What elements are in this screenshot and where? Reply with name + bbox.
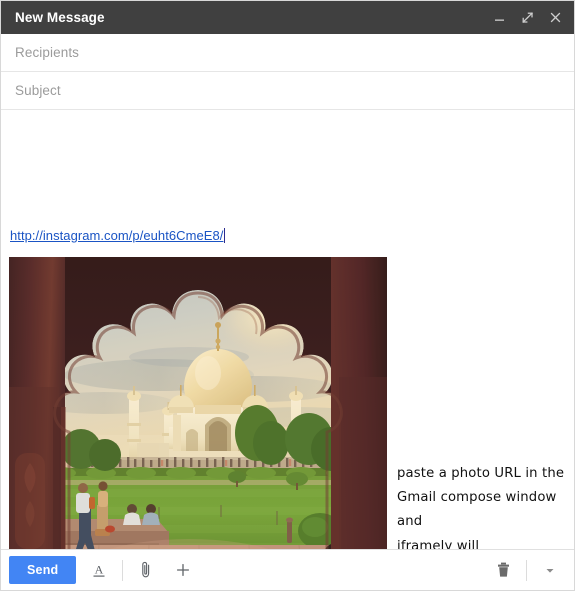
titlebar: New Message bbox=[1, 1, 574, 34]
recipients-placeholder: Recipients bbox=[15, 45, 80, 60]
text-caret bbox=[224, 227, 226, 243]
annotation-text: paste a photo URL in the Gmail compose w… bbox=[397, 466, 565, 550]
insert-more-button[interactable] bbox=[169, 555, 197, 585]
discard-draft-button[interactable] bbox=[489, 555, 517, 585]
compose-window: New Message Recipients Subject http://in… bbox=[0, 0, 575, 591]
subject-placeholder: Subject bbox=[15, 83, 61, 98]
svg-text:A: A bbox=[95, 562, 104, 576]
compose-toolbar: Send A bbox=[1, 549, 574, 590]
pasted-url-line: http://instagram.com/p/euht6CmeE8/ bbox=[10, 227, 226, 243]
subject-field[interactable]: Subject bbox=[1, 72, 574, 110]
plus-icon bbox=[177, 563, 190, 577]
attach-files-button[interactable] bbox=[132, 555, 160, 585]
recipients-field[interactable]: Recipients bbox=[1, 34, 574, 72]
send-button[interactable]: Send bbox=[9, 556, 77, 584]
toolbar-divider-left bbox=[122, 559, 124, 581]
minimize-button[interactable] bbox=[486, 5, 512, 31]
more-options-button[interactable] bbox=[536, 555, 564, 585]
expand-arrows-icon bbox=[521, 12, 533, 23]
paperclip-icon bbox=[142, 561, 150, 578]
toolbar-divider-right bbox=[526, 559, 527, 581]
window-title: New Message bbox=[15, 10, 105, 25]
formatting-options-button[interactable]: A bbox=[85, 555, 113, 585]
close-button[interactable] bbox=[542, 5, 568, 31]
close-icon bbox=[550, 12, 560, 23]
taj-mahal-photo bbox=[9, 257, 387, 550]
minimize-icon bbox=[494, 19, 504, 21]
maximize-button[interactable] bbox=[514, 5, 540, 31]
instagram-url-link[interactable]: http://instagram.com/p/euht6CmeE8/ bbox=[10, 228, 223, 243]
underlined-a-icon: A bbox=[93, 562, 105, 577]
message-body[interactable]: http://instagram.com/p/euht6CmeE8/ paste… bbox=[1, 110, 574, 550]
inline-photo[interactable] bbox=[9, 257, 387, 550]
chevron-down-icon bbox=[546, 569, 554, 573]
trash-icon bbox=[497, 562, 509, 577]
window-controls bbox=[486, 5, 568, 31]
